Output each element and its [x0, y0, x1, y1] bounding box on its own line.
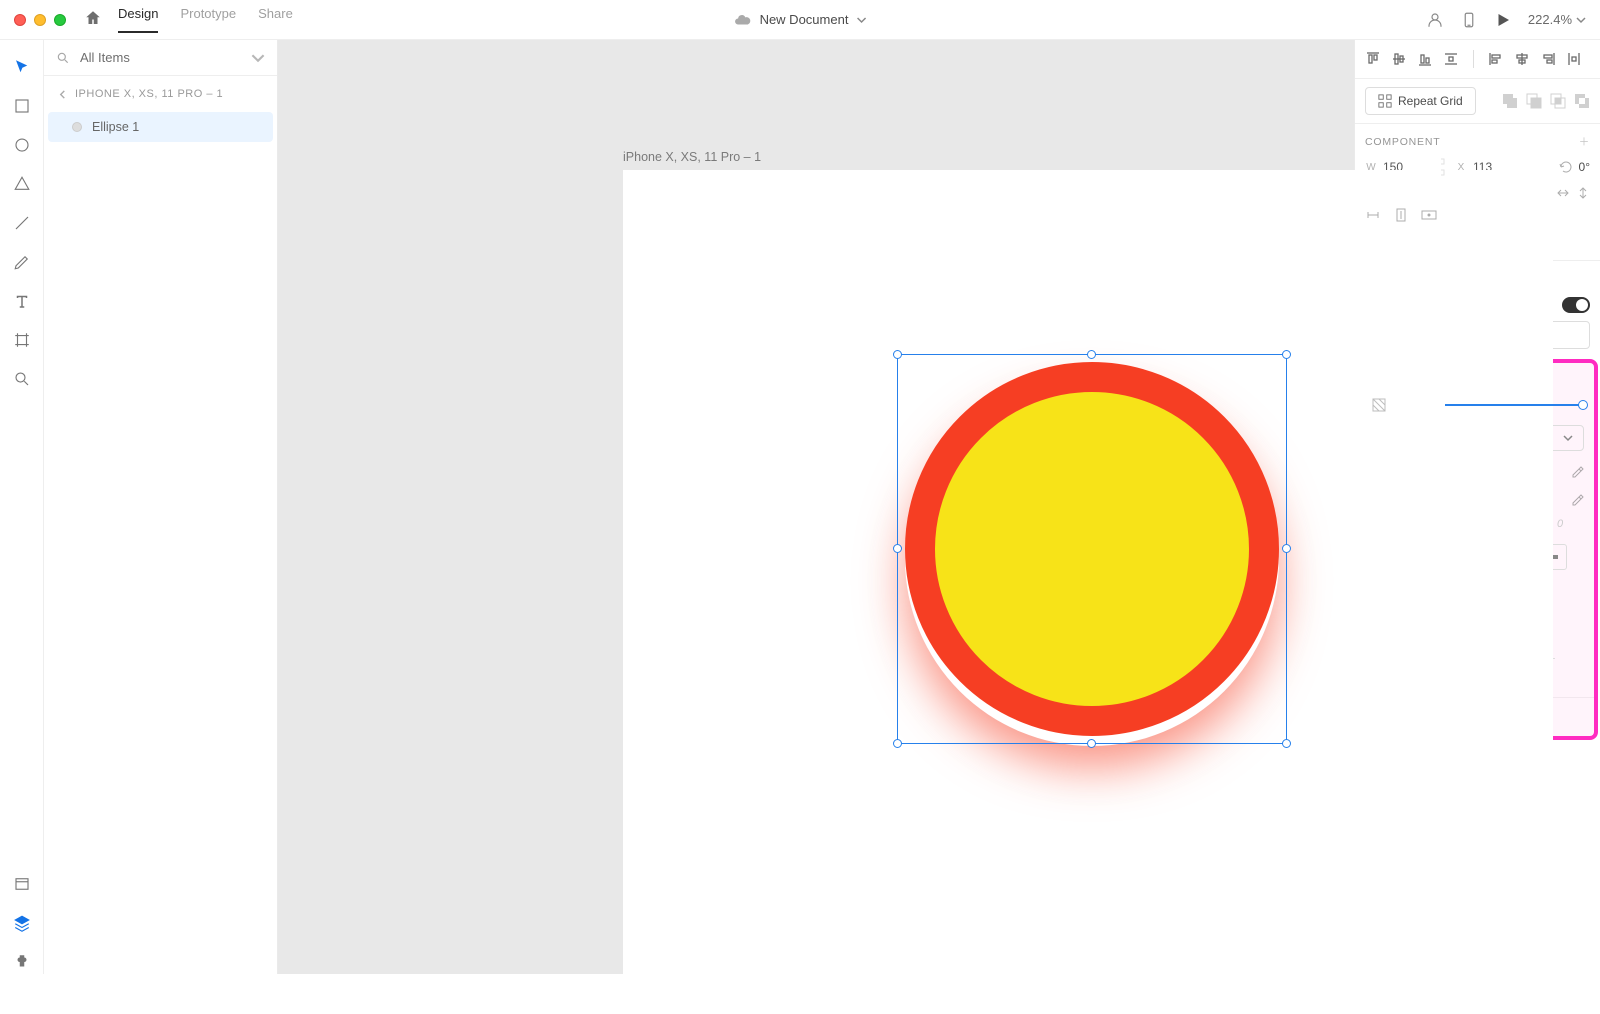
rectangle-tool[interactable]: [13, 97, 31, 118]
opacity-slider[interactable]: [1445, 404, 1584, 406]
breadcrumb-label: IPHONE X, XS, 11 PRO – 1: [75, 88, 223, 100]
selection-handle-bl[interactable]: [893, 739, 902, 748]
layers-panel-icon[interactable]: [13, 914, 31, 935]
chevron-down-icon: [251, 51, 265, 65]
selection-handle-tl[interactable]: [893, 350, 902, 359]
selection-handle-tm[interactable]: [1087, 350, 1096, 359]
document-title-text: New Document: [760, 12, 849, 27]
cloud-icon: [734, 11, 752, 29]
document-title[interactable]: New Document: [734, 11, 867, 29]
rotation-value[interactable]: 0°: [1579, 160, 1590, 174]
selection-handle-tr[interactable]: [1282, 350, 1291, 359]
rotate-icon[interactable]: [1559, 160, 1573, 174]
line-tool[interactable]: [13, 214, 31, 235]
distribute-v-icon[interactable]: [1443, 51, 1459, 67]
component-section-title: COMPONENT: [1365, 136, 1440, 148]
polygon-tool[interactable]: [13, 175, 31, 196]
tab-share[interactable]: Share: [258, 6, 293, 33]
chevron-down-icon: [856, 15, 866, 25]
selection-handle-bm[interactable]: [1087, 739, 1096, 748]
boolean-subtract-icon[interactable]: [1526, 93, 1542, 109]
selection-handle-ml[interactable]: [893, 544, 902, 553]
canvas[interactable]: iPhone X, XS, 11 Pro – 1: [278, 40, 1354, 974]
flip-v-icon[interactable]: [1576, 186, 1590, 200]
align-left-icon[interactable]: [1488, 51, 1504, 67]
responsive-toggle[interactable]: [1562, 297, 1590, 313]
zoom-tool[interactable]: [13, 370, 31, 391]
minimize-window-icon[interactable]: [34, 14, 46, 26]
assets-panel-icon[interactable]: [13, 875, 31, 896]
align-distribute-row: [1355, 40, 1600, 79]
text-tool[interactable]: [13, 292, 31, 313]
tab-prototype[interactable]: Prototype: [180, 6, 236, 33]
create-component-icon[interactable]: ＋: [1579, 134, 1590, 149]
gap-value[interactable]: 0: [1557, 518, 1563, 530]
select-tool[interactable]: [13, 58, 31, 79]
ellipse-tool[interactable]: [13, 136, 31, 157]
align-hcenter-icon[interactable]: [1514, 51, 1530, 67]
align-vmiddle-icon[interactable]: [1391, 51, 1407, 67]
distribute-h-icon[interactable]: [1566, 51, 1582, 67]
align-right-icon[interactable]: [1540, 51, 1556, 67]
chevron-down-icon: [1563, 433, 1573, 443]
tab-design[interactable]: Design: [118, 6, 158, 33]
chevron-down-icon: [1576, 15, 1586, 25]
boolean-add-icon[interactable]: [1502, 93, 1518, 109]
traffic-lights[interactable]: [14, 14, 66, 26]
eyedropper-icon[interactable]: [1570, 492, 1584, 506]
workspace-tabs: Design Prototype Share: [118, 6, 293, 33]
layer-name: Ellipse 1: [92, 120, 139, 134]
align-top-icon[interactable]: [1365, 51, 1381, 67]
pen-tool[interactable]: [13, 253, 31, 274]
repeat-grid-icon: [1378, 94, 1392, 108]
layers-panel: All Items IPHONE X, XS, 11 PRO – 1 Ellip…: [44, 40, 278, 974]
selection-handle-mr[interactable]: [1282, 544, 1291, 553]
ellipse-icon: [72, 122, 82, 132]
filter-label: All Items: [80, 50, 130, 65]
play-icon[interactable]: [1494, 11, 1512, 29]
layers-filter[interactable]: All Items: [44, 40, 277, 76]
eyedropper-icon[interactable]: [1570, 464, 1584, 478]
chevron-left-icon: [58, 90, 67, 99]
boolean-intersect-icon[interactable]: [1550, 93, 1566, 109]
home-icon[interactable]: [84, 9, 102, 30]
layer-row-ellipse[interactable]: Ellipse 1: [48, 112, 273, 142]
artboard-tool[interactable]: [13, 331, 31, 352]
link-dimensions-icon[interactable]: [1439, 157, 1449, 177]
scroll-v-icon[interactable]: [1393, 208, 1409, 222]
flip-h-icon[interactable]: [1556, 186, 1570, 200]
boolean-exclude-icon[interactable]: [1574, 93, 1590, 109]
close-window-icon[interactable]: [14, 14, 26, 26]
zoom-level[interactable]: 222.4%: [1528, 12, 1586, 27]
user-icon[interactable]: [1426, 11, 1444, 29]
scroll-none-icon[interactable]: [1365, 208, 1381, 222]
artboard[interactable]: [623, 170, 1553, 1014]
artboard-breadcrumb[interactable]: IPHONE X, XS, 11 PRO – 1: [44, 76, 277, 112]
artboard-label[interactable]: iPhone X, XS, 11 Pro – 1: [623, 150, 761, 164]
plugins-panel-icon[interactable]: [13, 953, 31, 974]
repeat-grid-button[interactable]: Repeat Grid: [1365, 87, 1476, 115]
scroll-h-icon[interactable]: [1421, 208, 1437, 222]
mobile-preview-icon[interactable]: [1460, 11, 1478, 29]
fullscreen-window-icon[interactable]: [54, 14, 66, 26]
opacity-icon: [1371, 397, 1387, 413]
repeat-grid-label: Repeat Grid: [1398, 94, 1463, 108]
zoom-value: 222.4%: [1528, 12, 1572, 27]
selection-handle-br[interactable]: [1282, 739, 1291, 748]
search-icon: [56, 51, 70, 65]
tools-panel: [0, 40, 44, 974]
selection-box[interactable]: [897, 354, 1287, 744]
align-bottom-icon[interactable]: [1417, 51, 1433, 67]
